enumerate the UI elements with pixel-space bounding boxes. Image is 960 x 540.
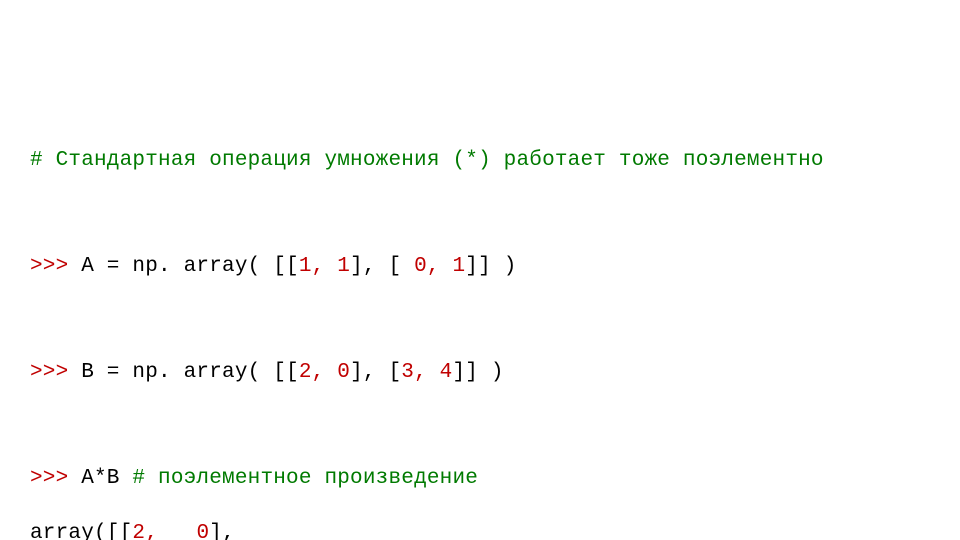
number: 2, 0 (299, 361, 350, 384)
blank-line (30, 308, 930, 332)
code-text: ], [ (350, 361, 401, 384)
number: 0 (196, 522, 209, 540)
number: 2, (132, 522, 170, 540)
code-line-mul: >>> A*B # поэлементное произведение (30, 465, 930, 492)
number: 3, 4 (401, 361, 452, 384)
comment-text: # поэлементное произведение (132, 467, 478, 490)
prompt: >>> (30, 361, 68, 384)
code-line-assign-a: >>> A = np. array( [[1, 1], [ 0, 1]] ) (30, 253, 930, 280)
output-text: array([[ (30, 522, 132, 540)
output-line: array([[2, 0], (30, 520, 930, 540)
output-text (171, 522, 197, 540)
code-text: A*B (68, 467, 132, 490)
prompt: >>> (30, 467, 68, 490)
code-text: ]] ) (465, 255, 516, 278)
code-line-assign-b: >>> B = np. array( [[2, 0], [3, 4]] ) (30, 359, 930, 386)
number: 1, 1 (299, 255, 350, 278)
code-line-comment: # Стандартная операция умножения (*) раб… (30, 147, 930, 174)
code-text: ], [ (350, 255, 414, 278)
blank-line (30, 202, 930, 226)
code-block: # Стандартная операция умножения (*) раб… (0, 0, 960, 540)
number: 0, 1 (414, 255, 465, 278)
code-text: A = np. array( [[ (68, 255, 298, 278)
prompt: >>> (30, 255, 68, 278)
output-text: ], (209, 522, 235, 540)
comment-text: # Стандартная операция умножения (*) раб… (30, 149, 824, 172)
code-text: B = np. array( [[ (68, 361, 298, 384)
code-text: ]] ) (453, 361, 504, 384)
blank-line (30, 414, 930, 438)
